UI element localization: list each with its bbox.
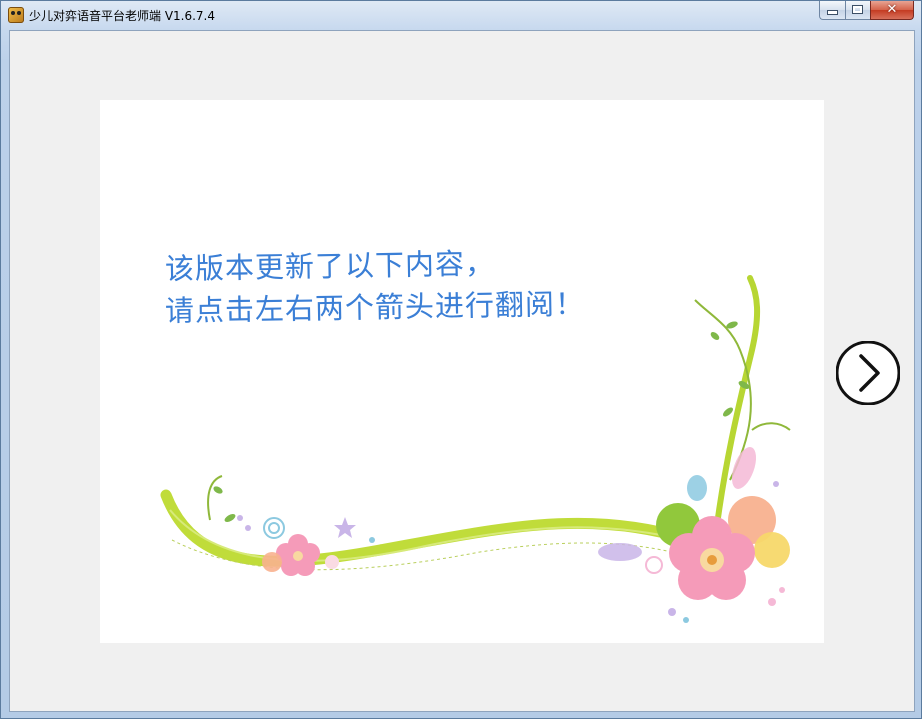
- caption-buttons: ✕: [819, 1, 914, 21]
- title-bar[interactable]: 少儿对弈语音平台老师端 V1.6.7.4 ✕: [1, 1, 921, 30]
- floral-vine-decoration: [160, 275, 791, 623]
- close-button[interactable]: ✕: [870, 1, 914, 20]
- app-icon[interactable]: [8, 7, 24, 23]
- window-title: 少儿对弈语音平台老师端 V1.6.7.4: [29, 9, 216, 23]
- minimize-icon: [828, 11, 837, 14]
- chevron-right-circle-icon: [836, 341, 900, 405]
- app-window: 少儿对弈语音平台老师端 V1.6.7.4 ✕ 该版本更新了以下内容， 请点击左右…: [0, 0, 922, 719]
- maximize-icon: [852, 5, 863, 14]
- client-area: 该版本更新了以下内容， 请点击左右两个箭头进行翻阅！: [9, 30, 915, 712]
- next-page-button[interactable]: [836, 341, 900, 405]
- maximize-button[interactable]: [845, 1, 870, 20]
- minimize-button[interactable]: [819, 1, 845, 20]
- close-icon: ✕: [886, 2, 898, 17]
- update-notice-card: 该版本更新了以下内容， 请点击左右两个箭头进行翻阅！: [100, 100, 824, 643]
